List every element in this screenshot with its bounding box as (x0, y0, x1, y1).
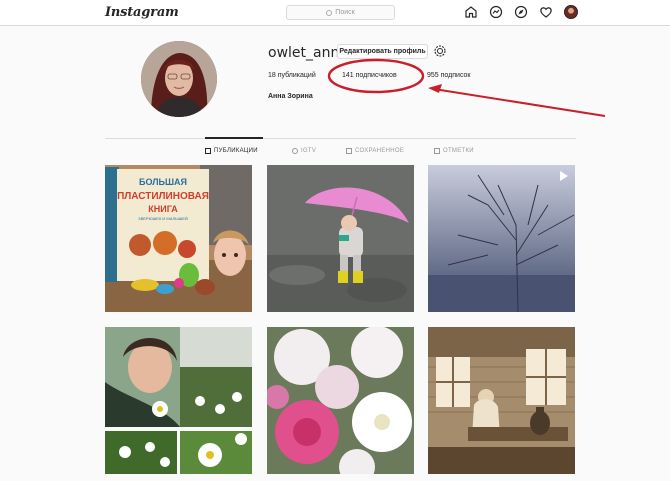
gear-icon[interactable] (433, 44, 447, 58)
bookmark-icon (346, 148, 352, 154)
edit-profile-button[interactable]: Редактировать профиль (337, 44, 428, 59)
post-plasticine-book[interactable]: БОЛЬШАЯ ПЛАСТИЛИНОВАЯ КНИГА ЗВЕРЮШЕК И М… (105, 165, 252, 312)
profile-full-name: Анна Зорина (268, 93, 313, 100)
annotation-arrow-head (428, 84, 442, 93)
followers-count[interactable]: 141 подписчиков (342, 72, 397, 79)
tab-publications[interactable]: ПУБЛИКАЦИИ (205, 148, 258, 154)
profile-avatar-large[interactable] (141, 41, 217, 117)
search-placeholder: Поиск (335, 9, 355, 16)
post-child-umbrella[interactable] (267, 165, 414, 312)
compass-icon[interactable] (514, 5, 528, 19)
tab-label: СОХРАНЕННОЕ (355, 148, 405, 154)
post-sepia-cabin[interactable] (428, 327, 575, 474)
tab-label: ОТМЕТКИ (443, 148, 474, 154)
tabs-divider (105, 138, 576, 139)
profile-username: owlet_ann (268, 45, 340, 61)
annotation-arrow-line (433, 88, 606, 117)
tab-saved[interactable]: СОХРАНЕННОЕ (346, 148, 404, 154)
profile-avatar[interactable] (564, 5, 578, 19)
following-count[interactable]: 955 подписок (427, 72, 470, 79)
book-title-line1: БОЛЬШАЯ (139, 177, 187, 187)
grid-icon (205, 148, 211, 154)
book-title-line3: КНИГА (148, 204, 178, 214)
tab-label: IGTV (301, 148, 317, 154)
book-title-line2: ПЛАСТИЛИНОВАЯ (117, 191, 209, 202)
post-woman-daisies[interactable] (105, 327, 252, 474)
heart-icon[interactable] (539, 5, 553, 19)
tab-tagged[interactable]: ОТМЕТКИ (434, 148, 474, 154)
tab-label: ПУБЛИКАЦИИ (214, 148, 258, 154)
messenger-icon[interactable] (489, 5, 503, 19)
tag-icon (434, 148, 440, 154)
active-tab-indicator (205, 137, 263, 139)
post-winter-tree[interactable] (428, 165, 575, 312)
igtv-icon (292, 148, 298, 154)
home-icon[interactable] (464, 5, 478, 19)
post-chrysanthemums[interactable] (267, 327, 414, 474)
search-input[interactable]: Поиск (286, 5, 395, 20)
book-title-line4: ЗВЕРЮШЕК И МАЛЫШЕЙ (138, 216, 188, 221)
posts-count: 18 публикаций (268, 72, 316, 79)
instagram-logo[interactable]: Instagram (105, 5, 179, 20)
tab-igtv[interactable]: IGTV (292, 148, 316, 154)
top-nav: Instagram Поиск (0, 0, 670, 26)
search-icon (326, 9, 333, 16)
nav-icons (464, 5, 578, 19)
